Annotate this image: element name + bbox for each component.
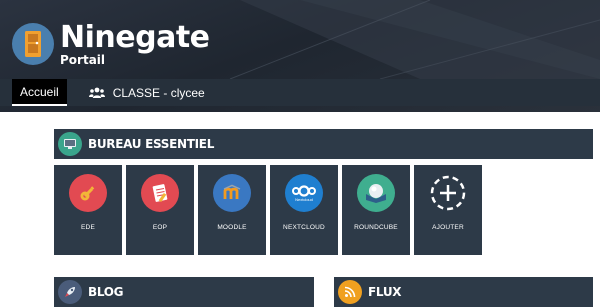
section-title: BUREAU ESSENTIEL: [88, 137, 215, 151]
monitor-icon: [58, 132, 82, 156]
brand[interactable]: Ninegate Portail: [12, 22, 210, 66]
app-tile-moodle[interactable]: MOODLE: [198, 165, 266, 255]
bureau-essentiel-header: BUREAU ESSENTIEL: [54, 129, 593, 159]
tab-classe[interactable]: CLASSE - clycee: [67, 79, 213, 106]
moodle-icon: [213, 174, 251, 212]
flux-header: FLUX: [334, 277, 593, 307]
app-tile-roundcube[interactable]: ROUNDCUBE: [342, 165, 410, 255]
users-icon: [88, 87, 105, 99]
door-logo-icon: [12, 23, 54, 65]
navbar: Accueil CLASSE - clycee: [0, 79, 600, 106]
tab-label: CLASSE - clycee: [112, 85, 205, 100]
app-subtitle: Portail: [60, 53, 106, 67]
notepad-icon: [141, 174, 179, 212]
tile-label: EDE: [81, 224, 95, 231]
tile-label: AJOUTER: [432, 224, 464, 231]
header: Ninegate Portail Accueil CLASSE - clycee: [0, 0, 600, 112]
app-tile-ede[interactable]: EDE: [54, 165, 122, 255]
tile-label: NEXTCLOUD: [283, 224, 325, 231]
rocket-icon: [58, 280, 82, 304]
app-tile-eop[interactable]: EOP: [126, 165, 194, 255]
app-tile-ajouter[interactable]: AJOUTER: [414, 165, 482, 255]
section-title: BLOG: [88, 285, 124, 299]
roundcube-icon: [357, 174, 395, 212]
tile-label: MOODLE: [217, 224, 247, 231]
tab-accueil[interactable]: Accueil: [12, 79, 67, 106]
blog-header: BLOG: [54, 277, 314, 307]
app-title: Ninegate: [60, 20, 210, 55]
app-tile-nextcloud[interactable]: Nextcloud NEXTCLOUD: [270, 165, 338, 255]
add-icon: [429, 174, 467, 212]
tile-label: ROUNDCUBE: [354, 224, 398, 231]
nextcloud-icon: Nextcloud: [285, 174, 323, 212]
rss-icon: [338, 280, 362, 304]
tile-label: EOP: [152, 224, 168, 231]
key-icon: [69, 174, 107, 212]
app-tiles: EDE EOP MOODLE Nextcloud NEXTCLOUD ROUND…: [54, 165, 486, 255]
tab-label: Accueil: [20, 84, 59, 99]
section-title: FLUX: [368, 285, 402, 299]
